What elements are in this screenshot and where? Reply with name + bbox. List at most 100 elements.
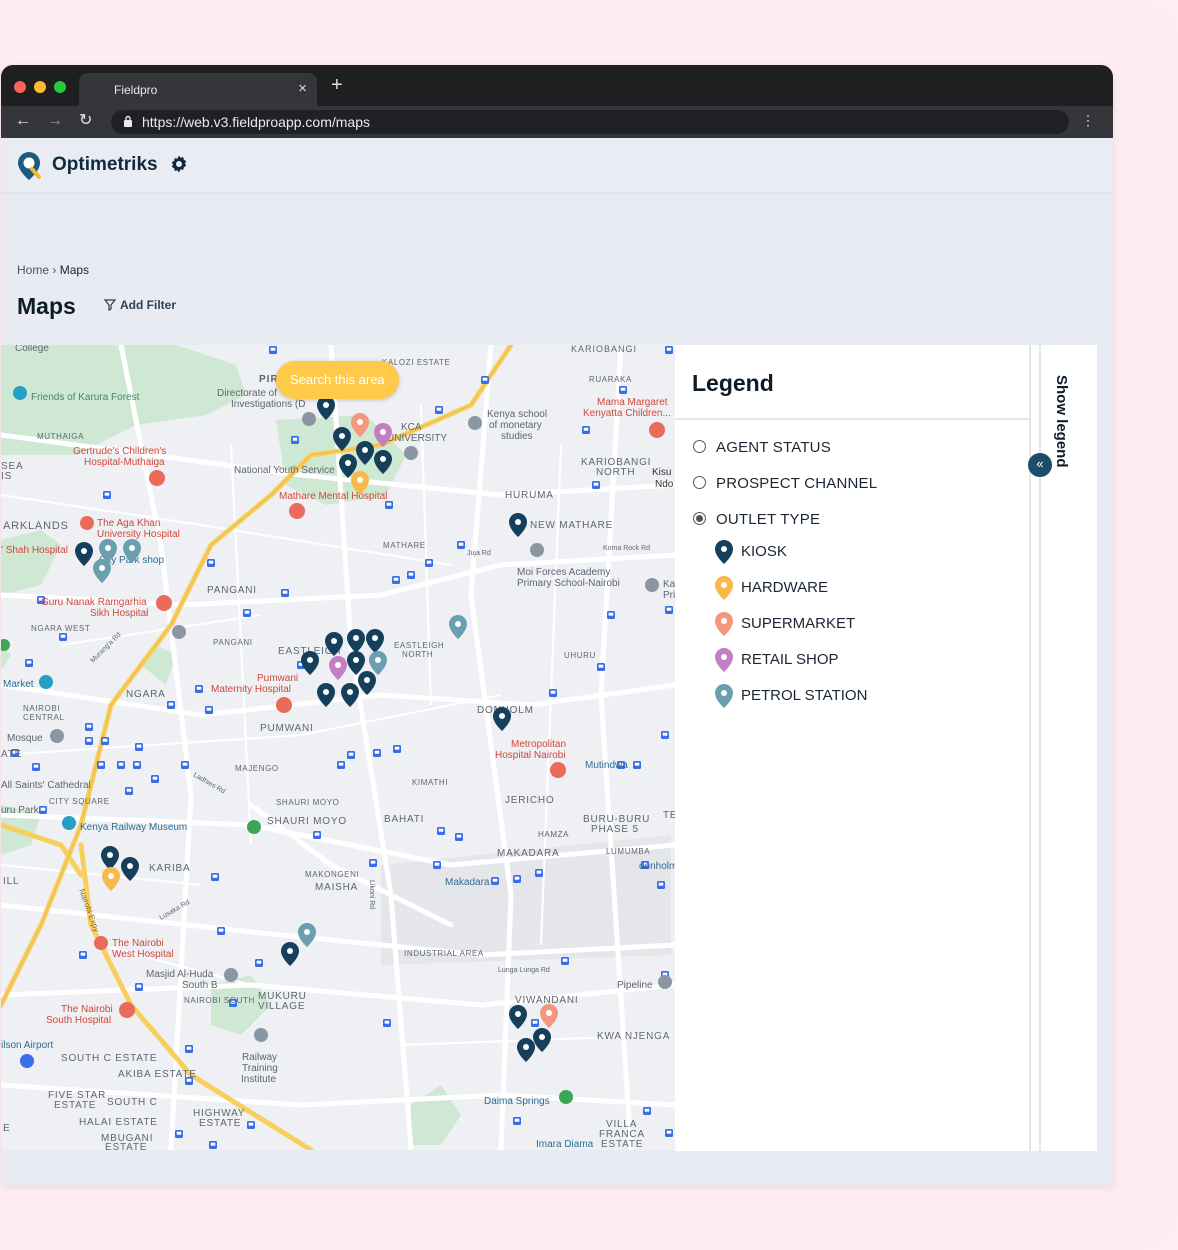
svg-text:Investigations (D: Investigations (D	[231, 399, 305, 410]
add-filter-button[interactable]: Add Filter	[103, 298, 176, 312]
breadcrumb-home[interactable]: Home	[17, 263, 49, 277]
svg-text:Ka: Ka	[663, 579, 675, 590]
breadcrumb-separator: ›	[52, 263, 57, 277]
svg-text:Pipeline: Pipeline	[617, 980, 653, 991]
legend-item-label: SUPERMARKET	[741, 615, 856, 632]
svg-text:Mosque: Mosque	[7, 733, 43, 744]
svg-text:SOUTH C ESTATE: SOUTH C ESTATE	[61, 1053, 157, 1064]
legend-item-label: RETAIL SHOP	[741, 651, 839, 668]
svg-text:LUMUMBA: LUMUMBA	[606, 847, 650, 856]
svg-text:Ndo: Ndo	[655, 479, 674, 490]
svg-text:West Hospital: West Hospital	[112, 949, 174, 960]
svg-text:Kenya school: Kenya school	[487, 409, 547, 420]
legend-title: Legend	[692, 370, 774, 396]
hardware-pin-icon	[715, 576, 733, 600]
svg-text:' Shah Hospital: ' Shah Hospital	[1, 545, 68, 556]
svg-text:HURUMA: HURUMA	[505, 490, 554, 501]
svg-text:College: College	[15, 345, 49, 354]
url-text: https://web.v3.fieldproapp.com/maps	[142, 114, 371, 130]
map-view[interactable]: College PIR KALOZI ESTATE KARIOBANGI RUA…	[1, 345, 675, 1150]
radio-outlet-type[interactable]: OUTLET TYPE	[693, 511, 820, 528]
svg-text:MAKADARA: MAKADARA	[497, 848, 560, 859]
svg-text:MUTHAIGA: MUTHAIGA	[37, 432, 84, 441]
browser-tab[interactable]: Fieldpro ×	[79, 73, 317, 106]
legend-panel: Legend AGENT STATUS PROSPECT CHANNEL OUT…	[675, 345, 1029, 1151]
svg-text:The Aga Khan: The Aga Khan	[97, 518, 160, 529]
svg-text:UNIVERSITY: UNIVERSITY	[387, 433, 447, 444]
address-bar[interactable]: https://web.v3.fieldproapp.com/maps	[111, 110, 1069, 134]
legend-item-label: PETROL STATION	[741, 687, 868, 704]
search-this-area-button[interactable]: Search this area	[276, 361, 399, 399]
svg-text:ESTATE: ESTATE	[54, 1100, 96, 1111]
svg-text:ARKLANDS: ARKLANDS	[3, 520, 69, 532]
svg-text:BAHATI: BAHATI	[384, 814, 424, 825]
radio-agent-status[interactable]: AGENT STATUS	[693, 439, 831, 456]
new-tab-icon[interactable]: +	[331, 75, 343, 95]
filter-icon	[103, 299, 117, 311]
reload-icon[interactable]: ↻	[79, 112, 92, 130]
browser-toolbar: ← → ↻ https://web.v3.fieldproapp.com/map…	[1, 106, 1113, 138]
svg-text:Guru Nanak Ramgarhia: Guru Nanak Ramgarhia	[41, 597, 147, 608]
svg-text:KWA NJENGA: KWA NJENGA	[597, 1031, 670, 1042]
radio-button[interactable]	[693, 440, 706, 453]
svg-text:SHAURI MOYO: SHAURI MOYO	[267, 816, 347, 827]
svg-text:Metropolitan: Metropolitan	[511, 739, 566, 750]
svg-text:SHAURI MOYO: SHAURI MOYO	[276, 798, 340, 807]
svg-text:PHASE 5: PHASE 5	[591, 824, 639, 835]
kiosk-pin-icon	[715, 540, 733, 564]
svg-text:ilson Airport: ilson Airport	[1, 1040, 53, 1051]
close-tab-icon[interactable]: ×	[298, 80, 307, 97]
maximize-window-button[interactable]	[54, 81, 66, 93]
back-icon[interactable]: ←	[15, 112, 31, 130]
gear-icon[interactable]	[169, 154, 189, 174]
svg-text:NAIROBI: NAIROBI	[23, 704, 60, 713]
svg-text:Training: Training	[242, 1063, 278, 1074]
legend-item-label: HARDWARE	[741, 579, 828, 596]
svg-text:Daima Springs: Daima Springs	[484, 1096, 550, 1107]
svg-text:Likoni Rd: Likoni Rd	[368, 880, 375, 909]
browser-window: Fieldpro × + ← → ↻ https://web.v3.fieldp…	[1, 65, 1113, 1185]
radio-label: PROSPECT CHANNEL	[716, 475, 878, 492]
svg-text:Market: Market	[3, 679, 34, 690]
svg-text:E: E	[3, 1123, 10, 1134]
map-canvas[interactable]: College PIR KALOZI ESTATE KARIOBANGI RUA…	[1, 345, 675, 1150]
svg-text:NGARA: NGARA	[126, 689, 166, 700]
svg-text:National Youth Service: National Youth Service	[234, 465, 335, 476]
radio-prospect-channel[interactable]: PROSPECT CHANNEL	[693, 475, 877, 492]
forward-icon[interactable]: →	[47, 112, 63, 130]
svg-text:PANGANI: PANGANI	[213, 638, 253, 647]
svg-text:Primary School-Nairobi: Primary School-Nairobi	[517, 578, 620, 589]
app-header: Optimetriks	[1, 138, 1113, 194]
svg-text:donholm: donholm	[639, 861, 675, 872]
svg-text:Mama Margaret: Mama Margaret	[597, 397, 668, 408]
svg-text:ESTATE: ESTATE	[105, 1142, 147, 1150]
svg-text:INDUSTRIAL AREA: INDUSTRIAL AREA	[404, 949, 484, 958]
show-legend-toggle[interactable]: Show legend	[1053, 375, 1070, 468]
lock-icon	[124, 115, 132, 127]
browser-menu-icon[interactable]: ⋮	[1081, 112, 1095, 129]
tab-title: Fieldpro	[114, 83, 158, 97]
optimetriks-logo-icon	[18, 152, 41, 180]
radio-button[interactable]	[693, 476, 706, 489]
svg-text:Kisu: Kisu	[652, 467, 671, 478]
svg-text:PANGANI: PANGANI	[207, 585, 257, 596]
collapse-legend-icon[interactable]: «	[1028, 453, 1052, 477]
radio-label: AGENT STATUS	[716, 439, 831, 456]
svg-text:Masjid Al-Huda: Masjid Al-Huda	[146, 969, 214, 980]
svg-text:South B: South B	[182, 980, 218, 991]
svg-text:Hospital-Muthaiga: Hospital-Muthaiga	[84, 457, 165, 468]
svg-text:MAJENGO: MAJENGO	[235, 764, 279, 773]
svg-text:Juja Rd: Juja Rd	[467, 550, 491, 557]
svg-text:SOUTH C: SOUTH C	[107, 1097, 158, 1108]
close-window-button[interactable]	[14, 81, 26, 93]
svg-text:All Saints' Cathedral: All Saints' Cathedral	[1, 780, 91, 791]
minimize-window-button[interactable]	[34, 81, 46, 93]
radio-button-selected[interactable]	[693, 512, 706, 525]
svg-text:Railway: Railway	[242, 1052, 277, 1063]
svg-text:The Nairobi: The Nairobi	[112, 938, 164, 949]
svg-text:ESTATE: ESTATE	[601, 1139, 643, 1150]
svg-text:Mathare Mental Hospital: Mathare Mental Hospital	[279, 491, 387, 502]
brand-name: Optimetriks	[52, 154, 158, 175]
svg-text:Gertrude's Children's: Gertrude's Children's	[73, 446, 166, 457]
add-filter-label: Add Filter	[120, 298, 176, 312]
